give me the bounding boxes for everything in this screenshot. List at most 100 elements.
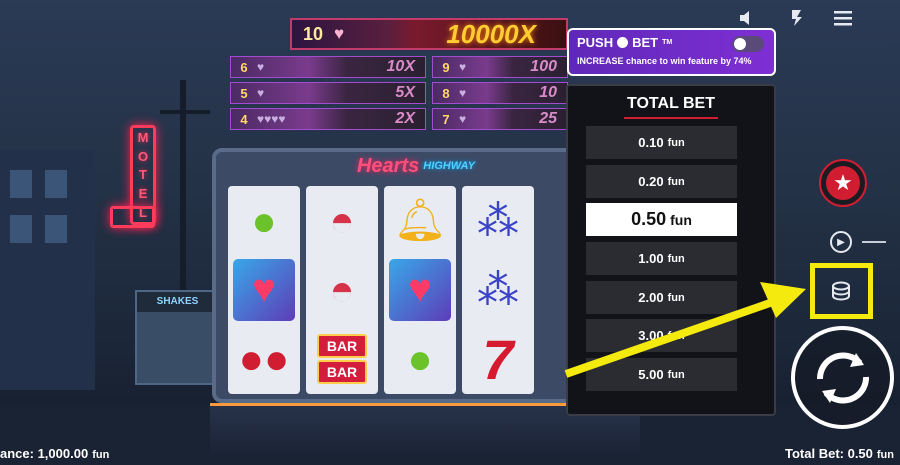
paytable-multiplier: 2X xyxy=(395,110,415,127)
lime-symbol-icon: ● xyxy=(407,335,433,383)
slot-machine: Hearts HIGHWAY ● ♥ ●● ◓ ◓ BAR BAR 🔔︎ ♥ ●… xyxy=(212,148,602,403)
spin-icon xyxy=(816,352,869,403)
bet-unit: fun xyxy=(670,211,692,228)
reels: ● ♥ ●● ◓ ◓ BAR BAR 🔔︎ ♥ ● ⁂ ⁂ 7 xyxy=(228,186,598,394)
favorite-button[interactable]: ★ xyxy=(819,159,867,207)
bet-option[interactable]: 1.00 fun xyxy=(586,242,737,275)
highlight-box xyxy=(810,263,873,319)
bet-option[interactable]: 2.00 fun xyxy=(586,281,737,314)
coin-icon xyxy=(617,37,629,48)
paytable-multiplier: 5X xyxy=(395,84,415,101)
utility-pole-crossbar xyxy=(160,110,210,114)
building-window xyxy=(10,215,32,243)
reel: ● ♥ ●● xyxy=(228,186,300,394)
balance-display: ance: 1,000.00 fun xyxy=(0,446,109,461)
paytable-count: 10 xyxy=(302,23,324,44)
paytable-multiplier: 10000X xyxy=(446,18,536,49)
heart-icon: ♥ xyxy=(459,86,467,100)
utility-pole xyxy=(180,80,186,310)
autoplay-slider-line xyxy=(862,241,886,243)
bet-unit: fun xyxy=(667,368,685,381)
trademark: TM xyxy=(662,39,673,46)
motel-letter: E xyxy=(138,186,148,202)
balance-unit: fun xyxy=(92,449,110,461)
grapes-symbol-icon: ⁂ xyxy=(477,197,519,245)
push-bet-description: INCREASE chance to win feature by 74% xyxy=(577,56,752,66)
bet-value: 2.00 xyxy=(638,290,664,305)
game-logo: Hearts HIGHWAY xyxy=(316,150,516,182)
paytable-multiplier: 100 xyxy=(530,58,557,75)
bet-option[interactable]: 5.00 fun xyxy=(586,358,737,391)
paytable-multiplier: 10 xyxy=(539,84,557,101)
reel: ⁂ ⁂ 7 xyxy=(462,186,534,394)
toggle-knob xyxy=(734,38,746,50)
bet-value: 0.10 xyxy=(638,135,664,150)
total-bet-title: TOTAL BET xyxy=(627,95,715,112)
building-window xyxy=(45,215,67,243)
seven-symbol-icon: 7 xyxy=(482,327,514,391)
bet-unit: fun xyxy=(667,175,685,188)
bet-unit: fun xyxy=(667,252,685,265)
paytable-multiplier: 10X xyxy=(386,58,415,75)
spin-button[interactable] xyxy=(791,326,894,429)
paytable-row: 6 ♥ 10X xyxy=(230,56,426,78)
grapes-symbol-icon: ⁂ xyxy=(477,266,519,314)
motel-arrow-sign xyxy=(110,206,155,228)
heart-icon: ♥♥♥♥ xyxy=(257,112,286,126)
autoplay-icon[interactable]: ▶ xyxy=(830,231,852,253)
bet-value: 3.00 xyxy=(638,328,664,343)
total-bet-unit: fun xyxy=(876,449,894,461)
push-bet-brand: PUSH xyxy=(577,35,614,50)
bet-option[interactable]: 0.10 fun xyxy=(586,126,737,159)
push-bet-panel[interactable]: PUSH BET TM INCREASE chance to win featu… xyxy=(567,28,776,76)
total-bet-value: Total Bet: 0.50 xyxy=(785,446,873,461)
reel: ◓ ◓ BAR BAR xyxy=(306,186,378,394)
paytable-row: 4 ♥♥♥♥ 2X xyxy=(230,108,426,130)
bet-option-selected[interactable]: 0.50 fun xyxy=(586,203,737,236)
paytable-count: 9 xyxy=(442,59,450,75)
paytable-count: 8 xyxy=(442,85,450,101)
heart-symbol-icon: ♥ xyxy=(233,258,295,321)
paytable-count: 7 xyxy=(442,111,450,127)
heart-icon: ♥ xyxy=(334,24,345,43)
bet-option[interactable]: 3.00 fun xyxy=(586,319,737,352)
favorite-star-icon: ★ xyxy=(826,166,860,200)
push-bet-brand-suffix: BET xyxy=(632,35,659,50)
balance-value: ance: 1,000.00 xyxy=(0,446,89,461)
watermelon-symbol-icon: ◓ xyxy=(329,196,355,244)
paytable-row: 9 ♥ 100 xyxy=(432,56,568,78)
heart-symbol-icon: ♥ xyxy=(389,258,451,321)
menu-icon[interactable] xyxy=(832,8,854,28)
motel-letter: M xyxy=(137,129,149,145)
sound-icon[interactable] xyxy=(736,8,758,28)
bet-unit: fun xyxy=(667,136,685,149)
motel-letter: T xyxy=(139,167,147,183)
heart-icon: ♥ xyxy=(459,112,467,126)
total-bet-display: Total Bet: 0.50 fun xyxy=(785,446,894,461)
logo-title: Hearts xyxy=(356,154,420,177)
push-bet-toggle[interactable] xyxy=(732,36,764,52)
bar-label: BAR xyxy=(316,334,368,359)
building-window xyxy=(45,170,67,198)
title-underline xyxy=(624,117,718,119)
bet-option[interactable]: 0.20 fun xyxy=(586,165,737,198)
paytable-top-row: 10 ♥ 10000X xyxy=(290,18,568,50)
paytable-count: 5 xyxy=(240,85,248,101)
bet-unit: fun xyxy=(667,291,685,304)
total-bet-panel: TOTAL BET 0.10 fun 0.20 fun 0.50 fun 1.0… xyxy=(566,84,776,416)
cherry-symbol-icon: ●● xyxy=(238,335,290,383)
bet-value: 5.00 xyxy=(638,367,664,382)
paytable-multiplier: 25 xyxy=(539,110,557,127)
bet-value: 0.20 xyxy=(638,174,664,189)
bell-symbol-icon: 🔔︎ xyxy=(393,196,447,244)
bar-label: BAR xyxy=(316,360,368,385)
logo-subtitle: HIGHWAY xyxy=(423,160,475,172)
turbo-icon[interactable] xyxy=(786,8,808,28)
paytable-row: 5 ♥ 5X xyxy=(230,82,426,104)
bet-value: 1.00 xyxy=(638,251,664,266)
motel-letter: O xyxy=(137,148,149,164)
paytable-count: 4 xyxy=(240,111,248,127)
heart-icon: ♥ xyxy=(257,60,265,74)
paytable-row: 8 ♥ 10 xyxy=(432,82,568,104)
bar-symbol-icon: BAR BAR xyxy=(311,328,373,390)
